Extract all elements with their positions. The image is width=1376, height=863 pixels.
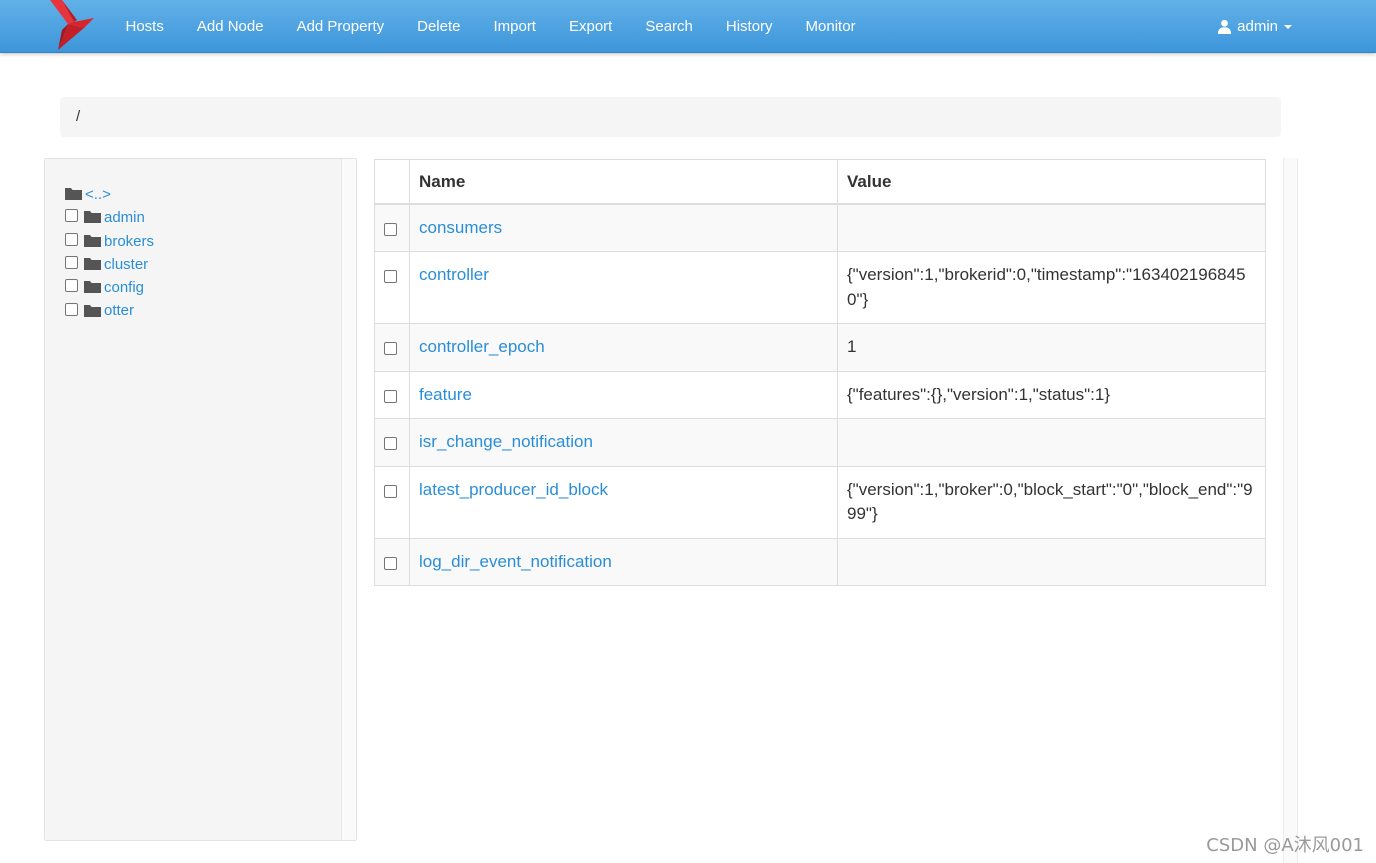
tree-parent-link[interactable]: <..> (85, 183, 111, 206)
node-tree-panel: <..> admin brokers cluster config otter (44, 158, 357, 841)
tree-item-checkbox[interactable] (65, 209, 78, 223)
header-select-cell (374, 159, 410, 205)
node-table: Name Value consumers controller {"versio… (374, 159, 1266, 586)
tree-item: admin (65, 206, 154, 229)
tree-item-link[interactable]: cluster (104, 253, 148, 276)
node-name-link[interactable]: consumers (419, 218, 502, 237)
table-row: isr_change_notification (374, 418, 1266, 467)
node-value (837, 418, 1266, 467)
tree-item-link[interactable]: otter (104, 299, 134, 322)
folder-icon (65, 188, 82, 201)
table-row: controller_epoch 1 (374, 323, 1266, 372)
tree-item: brokers (65, 230, 154, 253)
node-name-link[interactable]: latest_producer_id_block (419, 480, 608, 499)
table-header-row: Name Value (374, 159, 1266, 205)
user-dropdown[interactable]: admin (1217, 0, 1292, 53)
breadcrumb-path: / (76, 108, 81, 125)
table-row: latest_producer_id_block {"version":1,"b… (374, 465, 1266, 539)
table-row: log_dir_event_notification (374, 537, 1266, 586)
node-name-link[interactable]: isr_change_notification (419, 432, 593, 451)
user-icon (1218, 19, 1232, 34)
node-value: {"features":{},"version":1,"status":1} (837, 370, 1266, 419)
node-value (837, 537, 1266, 586)
row-checkbox[interactable] (384, 484, 397, 498)
node-name-link[interactable]: log_dir_event_notification (419, 552, 612, 571)
table-row: feature {"features":{},"version":1,"stat… (374, 370, 1266, 419)
tree-item: config (65, 276, 154, 299)
tree-item-checkbox[interactable] (65, 256, 78, 270)
chevron-down-icon (1284, 24, 1292, 29)
node-tree: <..> admin brokers cluster config otter (65, 183, 154, 323)
node-value: {"version":1,"broker":0,"block_start":"0… (837, 465, 1266, 539)
tree-item-link[interactable]: brokers (104, 230, 154, 253)
watermark: CSDN @A沐风001 (1206, 835, 1364, 856)
folder-icon (84, 211, 101, 224)
row-checkbox[interactable] (384, 270, 397, 283)
node-value: {"version":1,"brokerid":0,"timestamp":"1… (837, 251, 1266, 324)
nav-history[interactable]: History (709, 0, 789, 53)
folder-icon (84, 304, 101, 317)
breadcrumb: / (60, 97, 1281, 137)
node-name-link[interactable]: controller (419, 265, 489, 284)
row-checkbox[interactable] (384, 389, 397, 403)
folder-icon (84, 234, 101, 247)
user-name: admin (1237, 18, 1278, 35)
top-navbar: Hosts Add Node Add Property Delete Impor… (0, 0, 1376, 53)
tree-item-checkbox[interactable] (65, 302, 78, 316)
node-value: 1 (837, 323, 1266, 372)
node-name-link[interactable]: feature (419, 385, 472, 404)
tree-item-link[interactable]: config (104, 276, 144, 299)
tree-parent-row: <..> (65, 183, 154, 206)
column-header-name: Name (409, 159, 838, 205)
row-checkbox[interactable] (384, 556, 397, 570)
tree-item-checkbox[interactable] (65, 232, 78, 246)
nav-delete[interactable]: Delete (401, 0, 477, 53)
main-nav: Hosts Add Node Add Property Delete Impor… (109, 0, 872, 53)
folder-icon (84, 258, 101, 271)
row-checkbox[interactable] (384, 222, 397, 236)
folder-icon (84, 281, 101, 294)
nav-monitor[interactable]: Monitor (789, 0, 872, 53)
column-header-value: Value (837, 159, 1266, 205)
node-name-link[interactable]: controller_epoch (419, 337, 545, 356)
tree-item: cluster (65, 253, 154, 276)
nav-add-property[interactable]: Add Property (280, 0, 401, 53)
tree-item-checkbox[interactable] (65, 279, 78, 293)
tree-item-link[interactable]: admin (104, 206, 145, 229)
nav-hosts[interactable]: Hosts (109, 0, 180, 53)
row-checkbox[interactable] (384, 437, 397, 450)
row-checkbox[interactable] (384, 342, 397, 355)
nav-import[interactable]: Import (477, 0, 553, 53)
tree-item: otter (65, 299, 154, 322)
tree-scrollbar[interactable] (341, 159, 356, 840)
table-row: controller {"version":1,"brokerid":0,"ti… (374, 251, 1266, 324)
nav-add-node[interactable]: Add Node (180, 0, 280, 53)
nav-export[interactable]: Export (552, 0, 628, 53)
node-value (837, 203, 1266, 252)
bird-logo-icon[interactable] (44, 0, 98, 52)
table-row: consumers (374, 203, 1266, 252)
content-scrollbar[interactable] (1283, 158, 1298, 863)
nav-search[interactable]: Search (629, 0, 710, 53)
